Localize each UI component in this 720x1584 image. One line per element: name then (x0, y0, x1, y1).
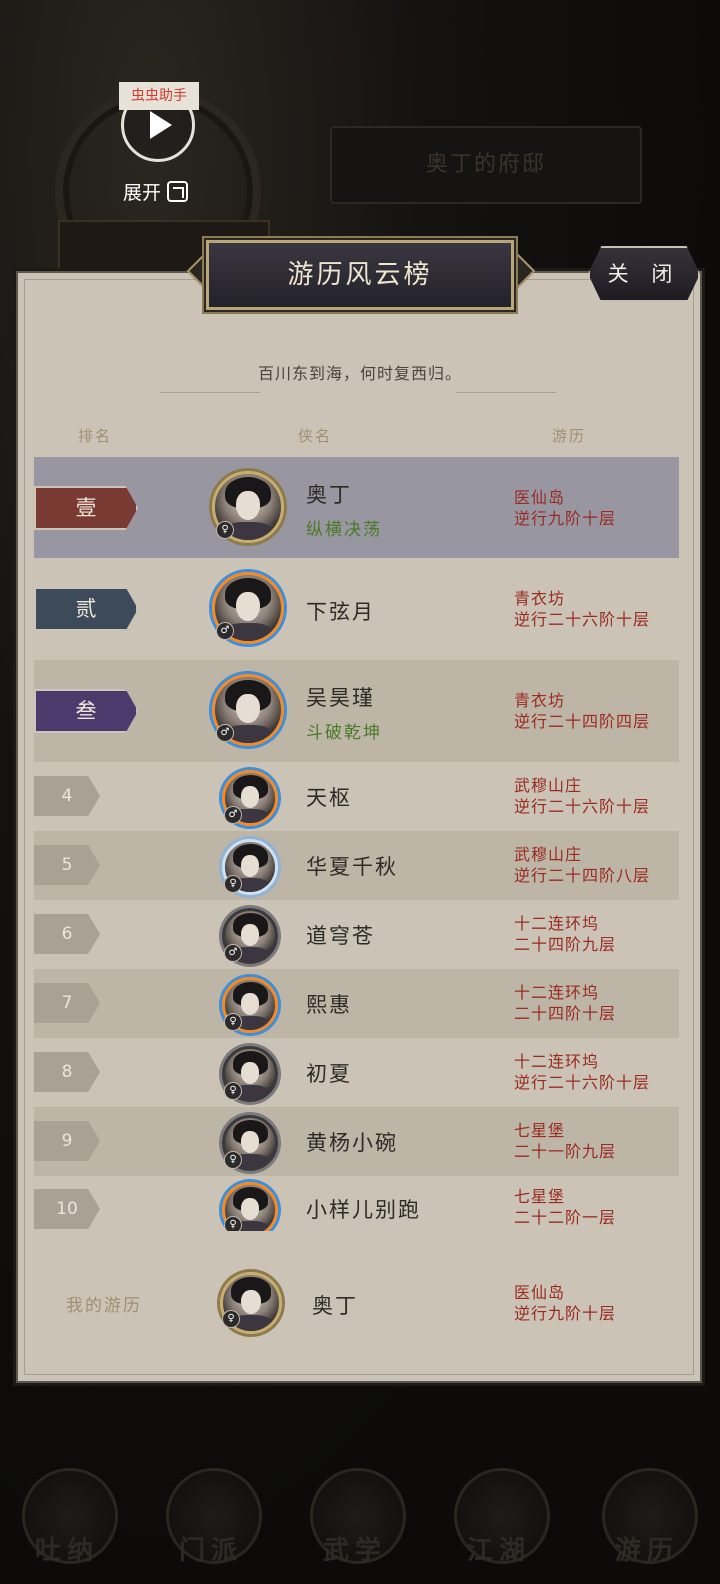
journey-place: 十二连环坞 (514, 1052, 600, 1071)
expand-label: 展开 (123, 182, 162, 204)
tab-jianghu[interactable]: 江湖 (444, 1468, 554, 1578)
journey-stage: 逆行二十六阶十层 (514, 610, 651, 629)
tab-menpai[interactable]: 门派 (156, 1468, 266, 1578)
ranking-row[interactable]: 7 ♀ 熙惠 十二连环坞 二十四阶十层 (34, 969, 679, 1038)
panel-title: 游历风云榜 (287, 260, 433, 290)
ranking-row[interactable]: 5 ♀ 华夏千秋 武穆山庄 逆行二十四阶八层 (34, 831, 679, 900)
player-name: 黄杨小碗 (306, 1131, 398, 1155)
player-name: 天枢 (306, 786, 352, 810)
rank-number: 4 (34, 776, 100, 816)
gender-icon: ♀ (224, 1216, 242, 1231)
gender-icon: ♂ (224, 806, 242, 824)
rank-number: 9 (34, 1121, 100, 1161)
tab-label: 吐纳 (34, 1536, 99, 1566)
journey-stage: 逆行九阶十层 (514, 509, 617, 528)
header-name: 侠名 (298, 427, 333, 445)
header-rank: 排名 (78, 427, 113, 445)
player-name: 熙惠 (306, 993, 352, 1017)
gender-icon: ♂ (216, 724, 234, 742)
tab-label: 门派 (178, 1536, 243, 1566)
bottom-tab-bar: 吐纳 门派 武学 江湖 游历 (0, 1448, 720, 1584)
gender-icon: ♀ (224, 1151, 242, 1169)
motto-divider-right (456, 392, 556, 393)
gender-icon: ♀ (222, 1310, 240, 1328)
my-name: 奥丁 (312, 1294, 358, 1318)
journey-stage: 逆行二十四阶八层 (514, 866, 651, 885)
ranking-row[interactable]: 10 ♀ 小样儿别跑 七星堡 二十二阶一层 (34, 1176, 679, 1231)
journey-stage: 二十四阶十层 (514, 1004, 617, 1023)
background-banner-text: 奥丁的府邸 (425, 152, 546, 177)
rank-number: 10 (34, 1189, 100, 1229)
ranking-row[interactable]: 4 ♂ 天枢 武穆山庄 逆行二十六阶十层 (34, 762, 679, 831)
expand-button[interactable]: 展开 (123, 178, 189, 205)
journey-stage: 逆行二十四阶四层 (514, 712, 651, 731)
journey-place: 七星堡 (514, 1121, 566, 1140)
play-icon (150, 111, 172, 139)
player-name: 初夏 (306, 1062, 352, 1086)
motto-divider-left (160, 392, 260, 393)
ranking-row[interactable]: 贰 ♂ 下弦月 青衣坊 逆行二十六阶十层 (34, 558, 679, 660)
motto-text: 百川东到海，何时复西归。 (257, 364, 462, 383)
journey-place: 医仙岛 (514, 488, 566, 507)
gender-icon: ♂ (216, 622, 234, 640)
player-title: 斗破乾坤 (306, 723, 382, 743)
rank-badge: 贰 (34, 587, 138, 631)
journey-stage: 逆行二十六阶十层 (514, 1073, 651, 1092)
journey-place: 十二连环坞 (514, 983, 600, 1002)
panel-title-plate: 游历风云榜 (206, 240, 514, 310)
journey-place: 七星堡 (514, 1187, 566, 1206)
journey-place: 武穆山庄 (514, 776, 583, 795)
journey-place: 青衣坊 (514, 589, 566, 608)
my-journey-stage: 逆行九阶十层 (514, 1304, 617, 1323)
player-name: 道穹苍 (306, 924, 375, 948)
floating-assistant[interactable]: 虫虫助手 (119, 82, 199, 162)
player-name: 下弦月 (306, 600, 375, 624)
rank-number: 5 (34, 845, 100, 885)
rank-badge: 叁 (34, 689, 138, 733)
my-journey-place: 医仙岛 (514, 1283, 566, 1302)
header-journey: 游历 (552, 427, 587, 445)
my-journey-label: 我的游历 (66, 1296, 142, 1316)
journey-stage: 逆行二十六阶十层 (514, 797, 651, 816)
ranking-row[interactable]: 8 ♀ 初夏 十二连环坞 逆行二十六阶十层 (34, 1038, 679, 1107)
gender-icon: ♂ (224, 944, 242, 962)
journey-place: 武穆山庄 (514, 845, 583, 864)
journey-stage: 二十二阶一层 (514, 1208, 617, 1227)
background-banner: 奥丁的府邸 (330, 126, 642, 204)
gender-icon: ♀ (216, 521, 234, 539)
journey-place: 十二连环坞 (514, 914, 600, 933)
rank-number: 8 (34, 1052, 100, 1092)
ranking-row[interactable]: 壹 ♀ 奥丁 纵横决荡 医仙岛 逆行九阶十层 (34, 457, 679, 558)
gender-icon: ♀ (224, 1013, 242, 1031)
rank-number: 7 (34, 983, 100, 1023)
ranking-row[interactable]: 9 ♀ 黄杨小碗 七星堡 二十一阶九层 (34, 1107, 679, 1176)
ranking-row[interactable]: 6 ♂ 道穹苍 十二连环坞 二十四阶九层 (34, 900, 679, 969)
ranking-row[interactable]: 叁 ♂ 吴昊瑾 斗破乾坤 青衣坊 逆行二十四阶四层 (34, 660, 679, 762)
gender-icon: ♀ (224, 1082, 242, 1100)
tab-wuxue[interactable]: 武学 (300, 1468, 410, 1578)
tab-tuna[interactable]: 吐纳 (12, 1468, 122, 1578)
tab-label: 江湖 (466, 1536, 531, 1566)
player-title: 纵横决荡 (306, 520, 382, 540)
expand-icon (167, 181, 189, 202)
tab-youli[interactable]: 游历 (592, 1468, 702, 1578)
rank-number: 6 (34, 914, 100, 954)
journey-place: 青衣坊 (514, 691, 566, 710)
player-name: 吴昊瑾 (306, 686, 375, 710)
close-button[interactable]: 关 闭 (588, 246, 700, 302)
journey-stage: 二十一阶九层 (514, 1142, 617, 1161)
gender-icon: ♀ (224, 875, 242, 893)
rank-badge: 壹 (34, 486, 138, 530)
journey-stage: 二十四阶九层 (514, 935, 617, 954)
player-name: 奥丁 (306, 483, 352, 507)
tab-label: 武学 (322, 1536, 387, 1566)
assistant-tag: 虫虫助手 (119, 82, 199, 110)
tab-label: 游历 (614, 1536, 679, 1566)
player-name: 华夏千秋 (306, 855, 398, 879)
my-journey-row[interactable]: 我的游历 ♀ 奥丁 医仙岛 逆行九阶十层 (34, 1256, 679, 1346)
player-name: 小样儿别跑 (306, 1198, 421, 1222)
